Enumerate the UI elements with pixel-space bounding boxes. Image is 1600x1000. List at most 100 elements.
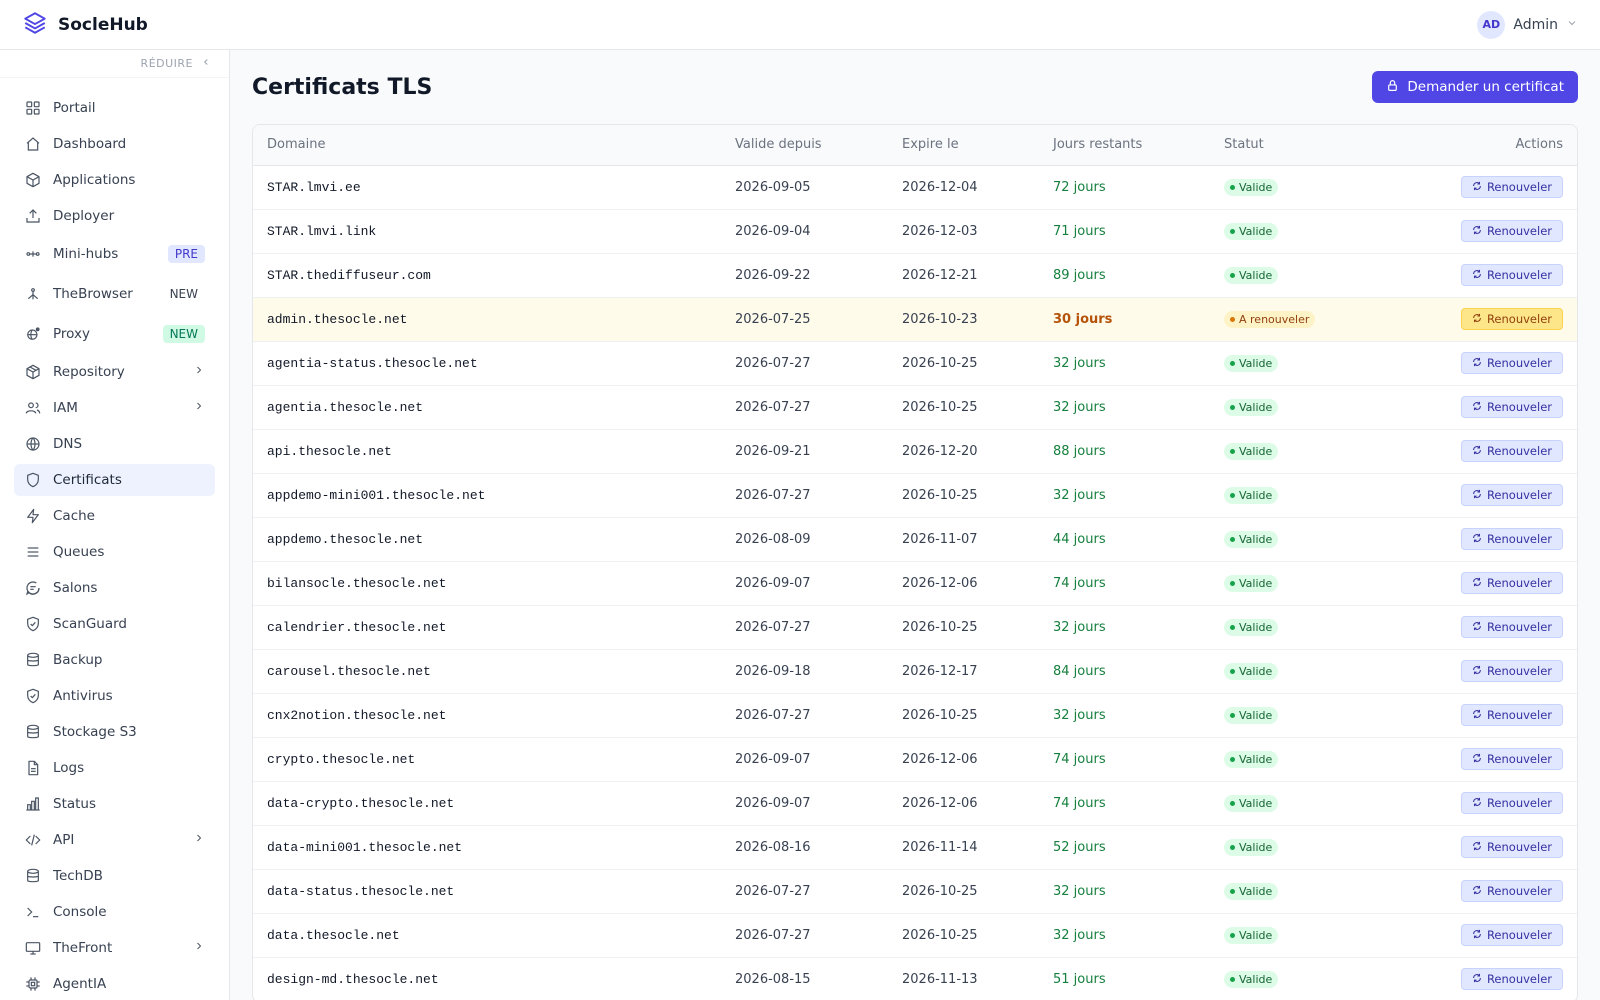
status-label: A renouveler — [1239, 312, 1310, 326]
renew-button[interactable]: Renouveler — [1460, 792, 1563, 814]
status-label: Valide — [1239, 180, 1273, 194]
sidebar-item-backup[interactable]: Backup — [14, 644, 215, 676]
sidebar-item-thefront[interactable]: TheFront — [14, 932, 215, 964]
shield-check-icon — [24, 615, 42, 633]
cell-valid-from: 2026-07-27 — [721, 693, 888, 738]
list-icon — [24, 543, 42, 561]
sidebar-item-agentia[interactable]: AgentIA — [14, 968, 215, 1000]
cell-valid-from: 2026-09-21 — [721, 429, 888, 474]
sidebar-item-queues[interactable]: Queues — [14, 536, 215, 568]
renew-button[interactable]: Renouveler — [1460, 704, 1563, 726]
renew-button[interactable]: Renouveler — [1460, 264, 1563, 286]
status-dot-icon — [1230, 976, 1235, 982]
sidebar-item-dns[interactable]: DNS — [14, 428, 215, 460]
sidebar-item-proxy[interactable]: Proxy NEW — [14, 316, 215, 352]
cell-actions: Renouveler — [1360, 693, 1577, 738]
sidebar-item-label: IAM — [53, 400, 78, 416]
sidebar-item-salons[interactable]: Salons — [14, 572, 215, 604]
sidebar-item-api[interactable]: API — [14, 824, 215, 856]
cell-expires: 2026-12-06 — [888, 737, 1039, 782]
sidebar-item-thebrowser[interactable]: TheBrowser NEW — [14, 276, 215, 312]
sidebar-item-dashboard[interactable]: Dashboard — [14, 128, 215, 160]
renew-button[interactable]: Renouveler — [1460, 572, 1563, 594]
cell-valid-from: 2026-08-16 — [721, 825, 888, 870]
cell-status: Valide — [1210, 737, 1360, 782]
chevron-right-icon — [193, 940, 205, 956]
user-menu[interactable]: AD Admin — [1477, 10, 1578, 39]
cell-status: A renouveler — [1210, 297, 1360, 342]
brand[interactable]: SocleHub — [22, 10, 148, 40]
cell-actions: Renouveler — [1360, 429, 1577, 474]
renew-button[interactable]: Renouveler — [1460, 220, 1563, 242]
status-label: Valide — [1239, 972, 1273, 986]
renew-button[interactable]: Renouveler — [1460, 660, 1563, 682]
sidebar-item-stockage-s3[interactable]: Stockage S3 — [14, 716, 215, 748]
collapse-sidebar-button[interactable]: RÉDUIRE — [0, 50, 229, 78]
renew-button[interactable]: Renouveler — [1460, 968, 1563, 990]
refresh-icon — [1472, 532, 1482, 546]
sidebar-item-cache[interactable]: Cache — [14, 500, 215, 532]
sidebar: RÉDUIRE Portail Dashboard Applications D… — [0, 50, 230, 1000]
cell-actions: Renouveler — [1360, 605, 1577, 650]
cell-expires: 2026-12-06 — [888, 781, 1039, 826]
renew-label: Renouveler — [1486, 884, 1552, 898]
cell-domain: data.thesocle.net — [253, 913, 721, 958]
refresh-icon — [1472, 224, 1482, 238]
request-certificate-button[interactable]: Demander un certificat — [1372, 71, 1578, 103]
renew-button[interactable]: Renouveler — [1460, 396, 1563, 418]
sidebar-item-scanguard[interactable]: ScanGuard — [14, 608, 215, 640]
renew-button[interactable]: Renouveler — [1460, 308, 1563, 330]
cell-days-left: 32 jours — [1039, 473, 1210, 518]
sidebar-item-label: Proxy — [53, 326, 90, 342]
sidebar-item-logs[interactable]: Logs — [14, 752, 215, 784]
column-header-status[interactable]: Statut — [1210, 125, 1360, 166]
renew-label: Renouveler — [1486, 664, 1552, 678]
column-header-valid-from[interactable]: Valide depuis — [721, 125, 888, 166]
cube-icon — [24, 171, 42, 189]
status-label: Valide — [1239, 884, 1273, 898]
sidebar-item-label: Salons — [53, 580, 98, 596]
sidebar-item-console[interactable]: Console — [14, 896, 215, 928]
column-header-domain[interactable]: Domaine — [253, 125, 721, 166]
renew-button[interactable]: Renouveler — [1460, 484, 1563, 506]
renew-button[interactable]: Renouveler — [1460, 616, 1563, 638]
renew-button[interactable]: Renouveler — [1460, 440, 1563, 462]
sidebar-item-status[interactable]: Status — [14, 788, 215, 820]
sidebar-item-antivirus[interactable]: Antivirus — [14, 680, 215, 712]
cell-actions: Renouveler — [1360, 913, 1577, 958]
status-label: Valide — [1239, 928, 1273, 942]
chevron-right-icon — [193, 832, 205, 848]
cell-valid-from: 2026-07-27 — [721, 341, 888, 386]
sidebar-item-applications[interactable]: Applications — [14, 164, 215, 196]
status-dot-icon — [1230, 932, 1235, 938]
sidebar-item-label: Mini-hubs — [53, 246, 119, 262]
avatar: AD — [1477, 10, 1506, 39]
cell-days-left: 72 jours — [1039, 165, 1210, 210]
renew-button[interactable]: Renouveler — [1460, 748, 1563, 770]
sidebar-item-certificats[interactable]: Certificats — [14, 464, 215, 496]
new-badge: NEW — [162, 325, 205, 343]
table-row: cnx2notion.thesocle.net 2026-07-27 2026-10… — [253, 693, 1577, 738]
sidebar-item-label: Backup — [53, 652, 103, 668]
table-row: appdemo-mini001.thesocle.net 2026-07-27 20… — [253, 473, 1577, 518]
renew-button[interactable]: Renouveler — [1460, 352, 1563, 374]
status-badge: Valide — [1224, 486, 1279, 504]
table-row: data.thesocle.net 2026-07-27 2026-10-25 32 … — [253, 913, 1577, 958]
sidebar-item-portail[interactable]: Portail — [14, 92, 215, 124]
column-header-days-left[interactable]: Jours restants — [1039, 125, 1210, 166]
status-label: Valide — [1239, 400, 1273, 414]
sidebar-item-iam[interactable]: IAM — [14, 392, 215, 424]
column-header-expires[interactable]: Expire le — [888, 125, 1039, 166]
renew-button[interactable]: Renouveler — [1460, 528, 1563, 550]
sidebar-item-techdb[interactable]: TechDB — [14, 860, 215, 892]
sidebar-item-deployer[interactable]: Deployer — [14, 200, 215, 232]
renew-button[interactable]: Renouveler — [1460, 836, 1563, 858]
status-label: Valide — [1239, 356, 1273, 370]
renew-button[interactable]: Renouveler — [1460, 880, 1563, 902]
renew-button[interactable]: Renouveler — [1460, 924, 1563, 946]
renew-button[interactable]: Renouveler — [1460, 176, 1563, 198]
sidebar-item-label: Antivirus — [53, 688, 113, 704]
sidebar-item-mini-hubs[interactable]: Mini-hubs PRE — [14, 236, 215, 272]
sidebar-item-repository[interactable]: Repository — [14, 356, 215, 388]
cell-actions: Renouveler — [1360, 649, 1577, 694]
